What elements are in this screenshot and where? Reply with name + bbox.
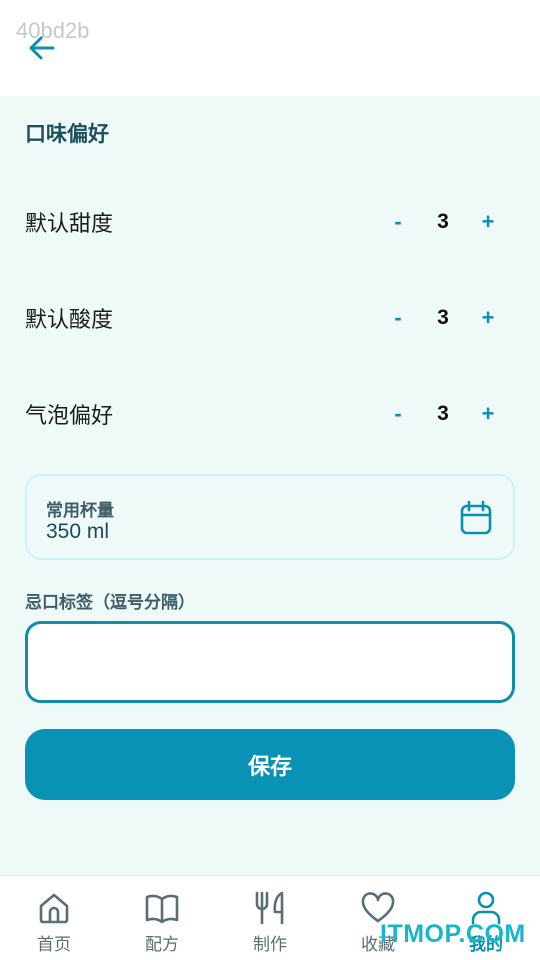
pref-label-bubble: 气泡偏好 bbox=[25, 404, 114, 429]
sweetness-stepper: - 3 + bbox=[385, 209, 501, 235]
pref-label-sourness: 默认酸度 bbox=[25, 308, 114, 333]
cup-size-label: 常用杯量 bbox=[46, 501, 114, 521]
book-icon bbox=[145, 894, 179, 924]
bubble-minus-button[interactable]: - bbox=[385, 401, 411, 427]
tab-recipes-label: 配方 bbox=[145, 935, 179, 955]
pref-row-bubble: 气泡偏好 - 3 + bbox=[25, 394, 515, 434]
watermark: ITMOP.COM bbox=[380, 920, 526, 948]
pref-row-sourness: 默认酸度 - 3 + bbox=[25, 298, 515, 338]
preferences-panel: 口味偏好 默认甜度 - 3 + 默认酸度 - 3 + 气泡偏好 - 3 + 常用… bbox=[0, 96, 540, 875]
pref-row-sweetness: 默认甜度 - 3 + bbox=[25, 202, 515, 242]
cup-size-value: 350 ml bbox=[46, 520, 110, 543]
back-button[interactable] bbox=[26, 32, 58, 64]
top-bar: 40bd2b bbox=[0, 0, 540, 96]
sourness-stepper: - 3 + bbox=[385, 305, 501, 331]
sweetness-value: 3 bbox=[437, 210, 449, 233]
cup-size-field[interactable]: 常用杯量 350 ml bbox=[25, 474, 515, 560]
bubble-stepper: - 3 + bbox=[385, 401, 501, 427]
save-button[interactable]: 保存 bbox=[25, 729, 515, 800]
home-icon bbox=[39, 893, 69, 924]
sourness-minus-button[interactable]: - bbox=[385, 305, 411, 331]
sourness-value: 3 bbox=[437, 306, 449, 329]
arrow-left-icon bbox=[29, 36, 55, 60]
bubble-value: 3 bbox=[437, 402, 449, 425]
pref-label-sweetness: 默认甜度 bbox=[25, 212, 114, 237]
calendar-icon[interactable] bbox=[459, 500, 493, 536]
sweetness-plus-button[interactable]: + bbox=[475, 209, 501, 235]
tab-recipes[interactable]: 配方 bbox=[108, 876, 216, 960]
tab-make-label: 制作 bbox=[253, 935, 287, 955]
tags-label: 忌口标签（逗号分隔） bbox=[25, 593, 195, 613]
bubble-plus-button[interactable]: + bbox=[475, 401, 501, 427]
tags-input[interactable] bbox=[25, 621, 515, 703]
fork-knife-icon bbox=[255, 891, 284, 925]
tab-home-label: 首页 bbox=[37, 935, 71, 955]
section-title: 口味偏好 bbox=[25, 122, 109, 146]
tab-make[interactable]: 制作 bbox=[216, 876, 324, 960]
sweetness-minus-button[interactable]: - bbox=[385, 209, 411, 235]
tab-home[interactable]: 首页 bbox=[0, 876, 108, 960]
sourness-plus-button[interactable]: + bbox=[475, 305, 501, 331]
